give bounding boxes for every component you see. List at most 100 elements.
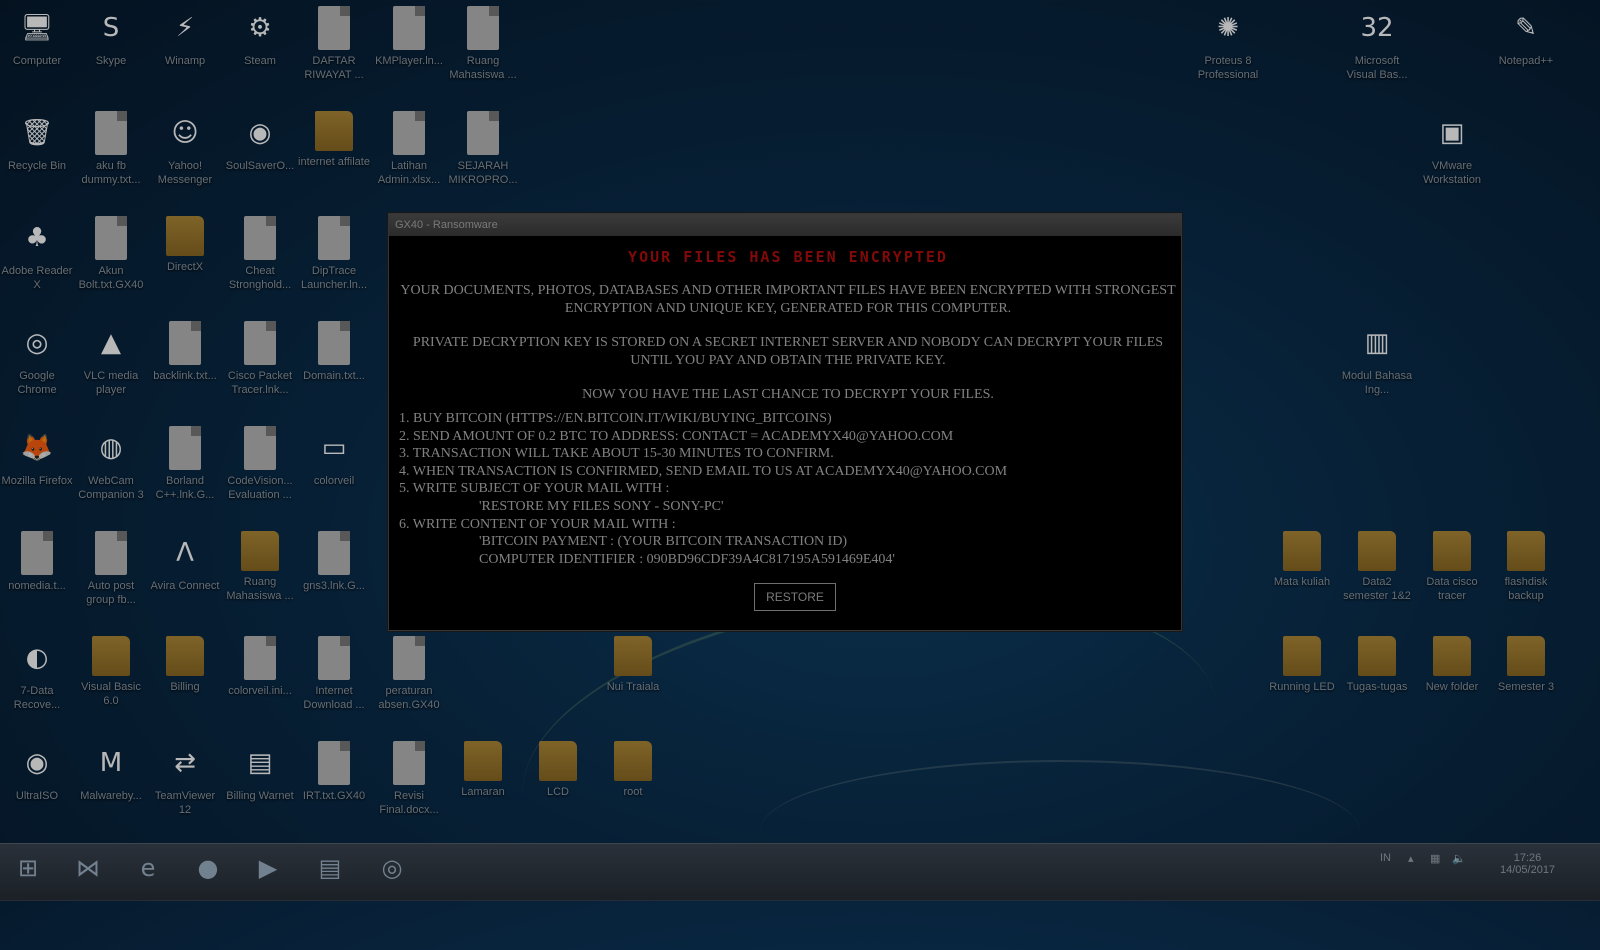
desktop-icon[interactable]: internet affilate: [297, 105, 371, 169]
app-icon: ✺: [1217, 13, 1239, 43]
desktop-icon[interactable]: DAFTAR RIWAYAT ...: [297, 0, 371, 82]
language-indicator[interactable]: IN: [1380, 852, 1391, 864]
desktop-icon[interactable]: Internet Download ...: [297, 630, 371, 712]
desktop-icon[interactable]: Latihan Admin.xlsx...: [372, 105, 446, 187]
desktop-icon[interactable]: ⇄ TeamViewer 12: [148, 735, 222, 817]
desktop-icon[interactable]: root: [596, 735, 670, 799]
volume-icon[interactable]: 🔈: [1452, 852, 1466, 865]
desktop-icon[interactable]: Data2 semester 1&2: [1340, 525, 1414, 603]
network-icon[interactable]: ▦: [1430, 852, 1440, 865]
file-icon: [467, 111, 499, 155]
desktop-icon[interactable]: M Malwareby...: [74, 735, 148, 803]
folder-icon: [614, 741, 652, 781]
desktop-icon[interactable]: Visual Basic 6.0: [74, 630, 148, 708]
restore-button[interactable]: RESTORE: [754, 583, 836, 611]
desktop-icon[interactable]: ◉ SoulSaverO...: [223, 105, 297, 173]
desktop-icon[interactable]: Revisi Final.docx...: [372, 735, 446, 817]
desktop-icon[interactable]: ▣ VMware Workstation: [1415, 105, 1489, 187]
desktop-icon[interactable]: ☺ Yahoo! Messenger: [148, 105, 222, 187]
desktop-icon[interactable]: ♣ Adobe Reader X: [0, 210, 74, 292]
desktop-icon[interactable]: DirectX: [148, 210, 222, 274]
desktop-icon[interactable]: IRT.txt.GX40: [297, 735, 371, 803]
desktop-icon-label: nomedia.t...: [8, 580, 66, 592]
desktop-icon[interactable]: 🦊 Mozilla Firefox: [0, 420, 74, 488]
folder-icon: [614, 636, 652, 676]
ransom-paragraph-1: YOUR DOCUMENTS, PHOTOS, DATABASES AND OT…: [400, 283, 1176, 316]
desktop-icon[interactable]: 32 Microsoft Visual Bas...: [1340, 0, 1414, 82]
desktop-icon[interactable]: Domain.txt...: [297, 315, 371, 383]
desktop-icon[interactable]: ⚙ Steam: [223, 0, 297, 68]
desktop-icon[interactable]: Cheat Stronghold...: [223, 210, 297, 292]
step-5: 5. WRITE SUBJECT OF YOUR MAIL WITH :: [399, 481, 670, 497]
file-icon: [95, 111, 127, 155]
taskbar-media-player-icon[interactable]: ▶: [244, 848, 292, 888]
desktop-icon[interactable]: colorveil.ini...: [223, 630, 297, 698]
desktop-icon[interactable]: ◎ Google Chrome: [0, 315, 74, 397]
desktop-icon[interactable]: DipTrace Launcher.ln...: [297, 210, 371, 292]
desktop-icon[interactable]: Ruang Mahasiswa ...: [446, 0, 520, 82]
taskbar-firefox-icon[interactable]: ●: [184, 848, 232, 888]
desktop-icon[interactable]: Semester 3: [1489, 630, 1563, 694]
desktop-icon[interactable]: ⚡ Winamp: [148, 0, 222, 68]
desktop-icon[interactable]: gns3.lnk.G...: [297, 525, 371, 593]
desktop-icon[interactable]: ▭ colorveil: [297, 420, 371, 488]
desktop-icon[interactable]: S Skype: [74, 0, 148, 68]
desktop-icon[interactable]: ▥ Modul Bahasa Ing...: [1340, 315, 1414, 397]
desktop-icon[interactable]: SEJARAH MIKROPRO...: [446, 105, 520, 187]
taskbar-visual-studio-icon[interactable]: ⋈: [64, 848, 112, 888]
app-icon: Λ: [176, 538, 194, 568]
desktop-icon[interactable]: ▤ Billing Warnet: [223, 735, 297, 803]
desktop-icon[interactable]: ✎ Notepad++: [1489, 0, 1563, 68]
clock[interactable]: 17:26 14/05/2017: [1500, 852, 1555, 876]
file-icon: [318, 531, 350, 575]
desktop-icon[interactable]: aku fb dummy.txt...: [74, 105, 148, 187]
desktop-icon[interactable]: CodeVision... Evaluation ...: [223, 420, 297, 502]
desktop-icon[interactable]: 🖥 Computer: [0, 0, 74, 68]
desktop-icon[interactable]: ✺ Proteus 8 Professional: [1191, 0, 1265, 82]
desktop-icon[interactable]: LCD: [521, 735, 595, 799]
file-icon: [95, 216, 127, 260]
folder-icon: [1358, 531, 1396, 571]
desktop-icon[interactable]: Nui Traiala: [596, 630, 670, 694]
taskbar-explorer-icon[interactable]: ▤: [306, 848, 354, 888]
desktop-icon[interactable]: Lamaran: [446, 735, 520, 799]
desktop-icon[interactable]: ◍ WebCam Companion 3: [74, 420, 148, 502]
desktop-icon[interactable]: Data cisco tracer: [1415, 525, 1489, 603]
desktop-icon[interactable]: Ruang Mahasiswa ...: [223, 525, 297, 603]
taskbar-chrome-icon[interactable]: ◎: [368, 848, 416, 888]
ransomware-window[interactable]: GX40 - Ransomware YOUR FILES HAS BEEN EN…: [388, 213, 1182, 631]
desktop-icon[interactable]: Billing: [148, 630, 222, 694]
desktop-icon[interactable]: nomedia.t...: [0, 525, 74, 593]
desktop-icon-label: DAFTAR RIWAYAT ...: [304, 55, 364, 81]
step-1: 1. BUY BITCOIN (HTTPS://EN.BITCOIN.IT/WI…: [399, 411, 832, 426]
desktop-icon[interactable]: Auto post group fb...: [74, 525, 148, 607]
app-icon: 🖥: [20, 13, 54, 43]
desktop-icon[interactable]: ◐ 7-Data Recove...: [0, 630, 74, 712]
desktop-icon-label: DipTrace Launcher.ln...: [300, 265, 368, 291]
file-icon: [318, 636, 350, 680]
desktop-icon[interactable]: flashdisk backup: [1489, 525, 1563, 603]
desktop-icon[interactable]: ▲ VLC media player: [74, 315, 148, 397]
desktop-icon-label: Borland C++.lnk.G...: [155, 475, 215, 501]
app-icon: ▲: [101, 328, 121, 358]
desktop-icon[interactable]: backlink.txt...: [148, 315, 222, 383]
taskbar-internet-explorer-icon[interactable]: e: [124, 848, 172, 888]
desktop-icon[interactable]: peraturan absen.GX40: [372, 630, 446, 712]
desktop-icon[interactable]: KMPlayer.ln...: [372, 0, 446, 68]
window-titlebar[interactable]: GX40 - Ransomware: [389, 214, 1181, 236]
desktop-icon[interactable]: Cisco Packet Tracer.lnk...: [223, 315, 297, 397]
desktop-icon[interactable]: Mata kuliah: [1265, 525, 1339, 589]
desktop-icon[interactable]: ◉ UltraISO: [0, 735, 74, 803]
tray-arrow-icon[interactable]: ▴: [1408, 852, 1414, 865]
app-icon: M: [99, 748, 123, 778]
desktop-icon[interactable]: Λ Avira Connect: [148, 525, 222, 593]
desktop-icon[interactable]: Akun Bolt.txt.GX40: [74, 210, 148, 292]
desktop-icon[interactable]: Tugas-tugas: [1340, 630, 1414, 694]
taskbar-start-button-icon[interactable]: ⊞: [4, 848, 52, 888]
desktop-icon-label: Modul Bahasa Ing...: [1341, 370, 1413, 396]
desktop-icon[interactable]: 🗑 Recycle Bin: [0, 105, 74, 173]
desktop-icon[interactable]: New folder: [1415, 630, 1489, 694]
desktop-icon-label: backlink.txt...: [153, 370, 217, 382]
desktop-icon[interactable]: Running LED: [1265, 630, 1339, 694]
desktop-icon[interactable]: Borland C++.lnk.G...: [148, 420, 222, 502]
